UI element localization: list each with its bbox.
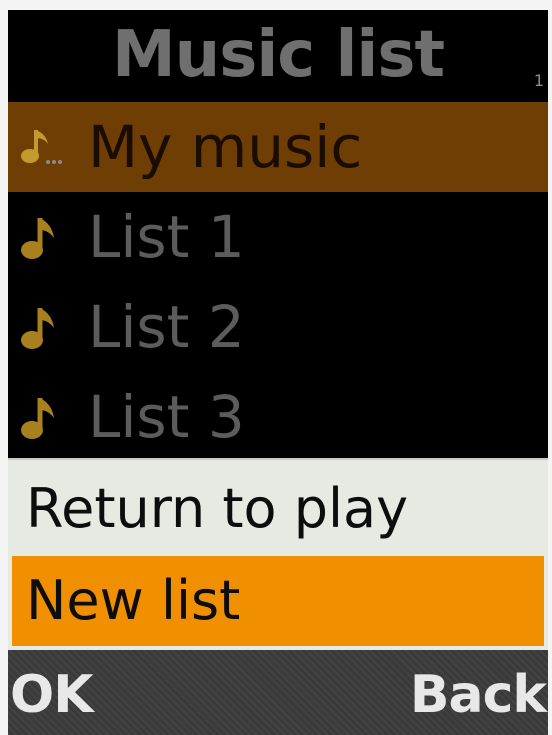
menu-item-label: Return to play bbox=[26, 477, 409, 540]
menu-item-return-to-play[interactable]: Return to play bbox=[12, 464, 544, 554]
list-item-label: List 2 bbox=[88, 293, 245, 361]
music-folder-icon bbox=[8, 102, 68, 192]
ok-softkey[interactable]: OK bbox=[10, 664, 93, 726]
page-indicator: 1 bbox=[533, 71, 544, 90]
back-softkey[interactable]: Back bbox=[410, 664, 547, 726]
music-note-icon bbox=[8, 192, 68, 282]
list-item-label: List 1 bbox=[88, 203, 245, 271]
music-note-icon bbox=[8, 372, 68, 462]
list-item-list-3[interactable]: List 3 bbox=[8, 372, 548, 462]
page-title: Music list bbox=[111, 18, 445, 92]
music-note-icon bbox=[8, 282, 68, 372]
list-item-my-music[interactable]: My music bbox=[8, 102, 548, 192]
list-item-list-1[interactable]: List 1 bbox=[8, 192, 548, 282]
list-item-label: My music bbox=[88, 113, 363, 181]
list-item-label: List 3 bbox=[88, 383, 245, 451]
options-menu: Return to play New list bbox=[8, 458, 548, 650]
list-item-list-2[interactable]: List 2 bbox=[8, 282, 548, 372]
music-list: My music List 1 List 2 List 3 bbox=[8, 102, 548, 462]
menu-item-new-list[interactable]: New list bbox=[12, 556, 544, 646]
menu-item-label: New list bbox=[26, 569, 241, 632]
phone-screen: Music list 1 My music List 1 List 2 List… bbox=[8, 10, 548, 735]
title-bar: Music list 1 bbox=[8, 10, 548, 102]
softkey-bar: OK Back bbox=[8, 650, 548, 735]
